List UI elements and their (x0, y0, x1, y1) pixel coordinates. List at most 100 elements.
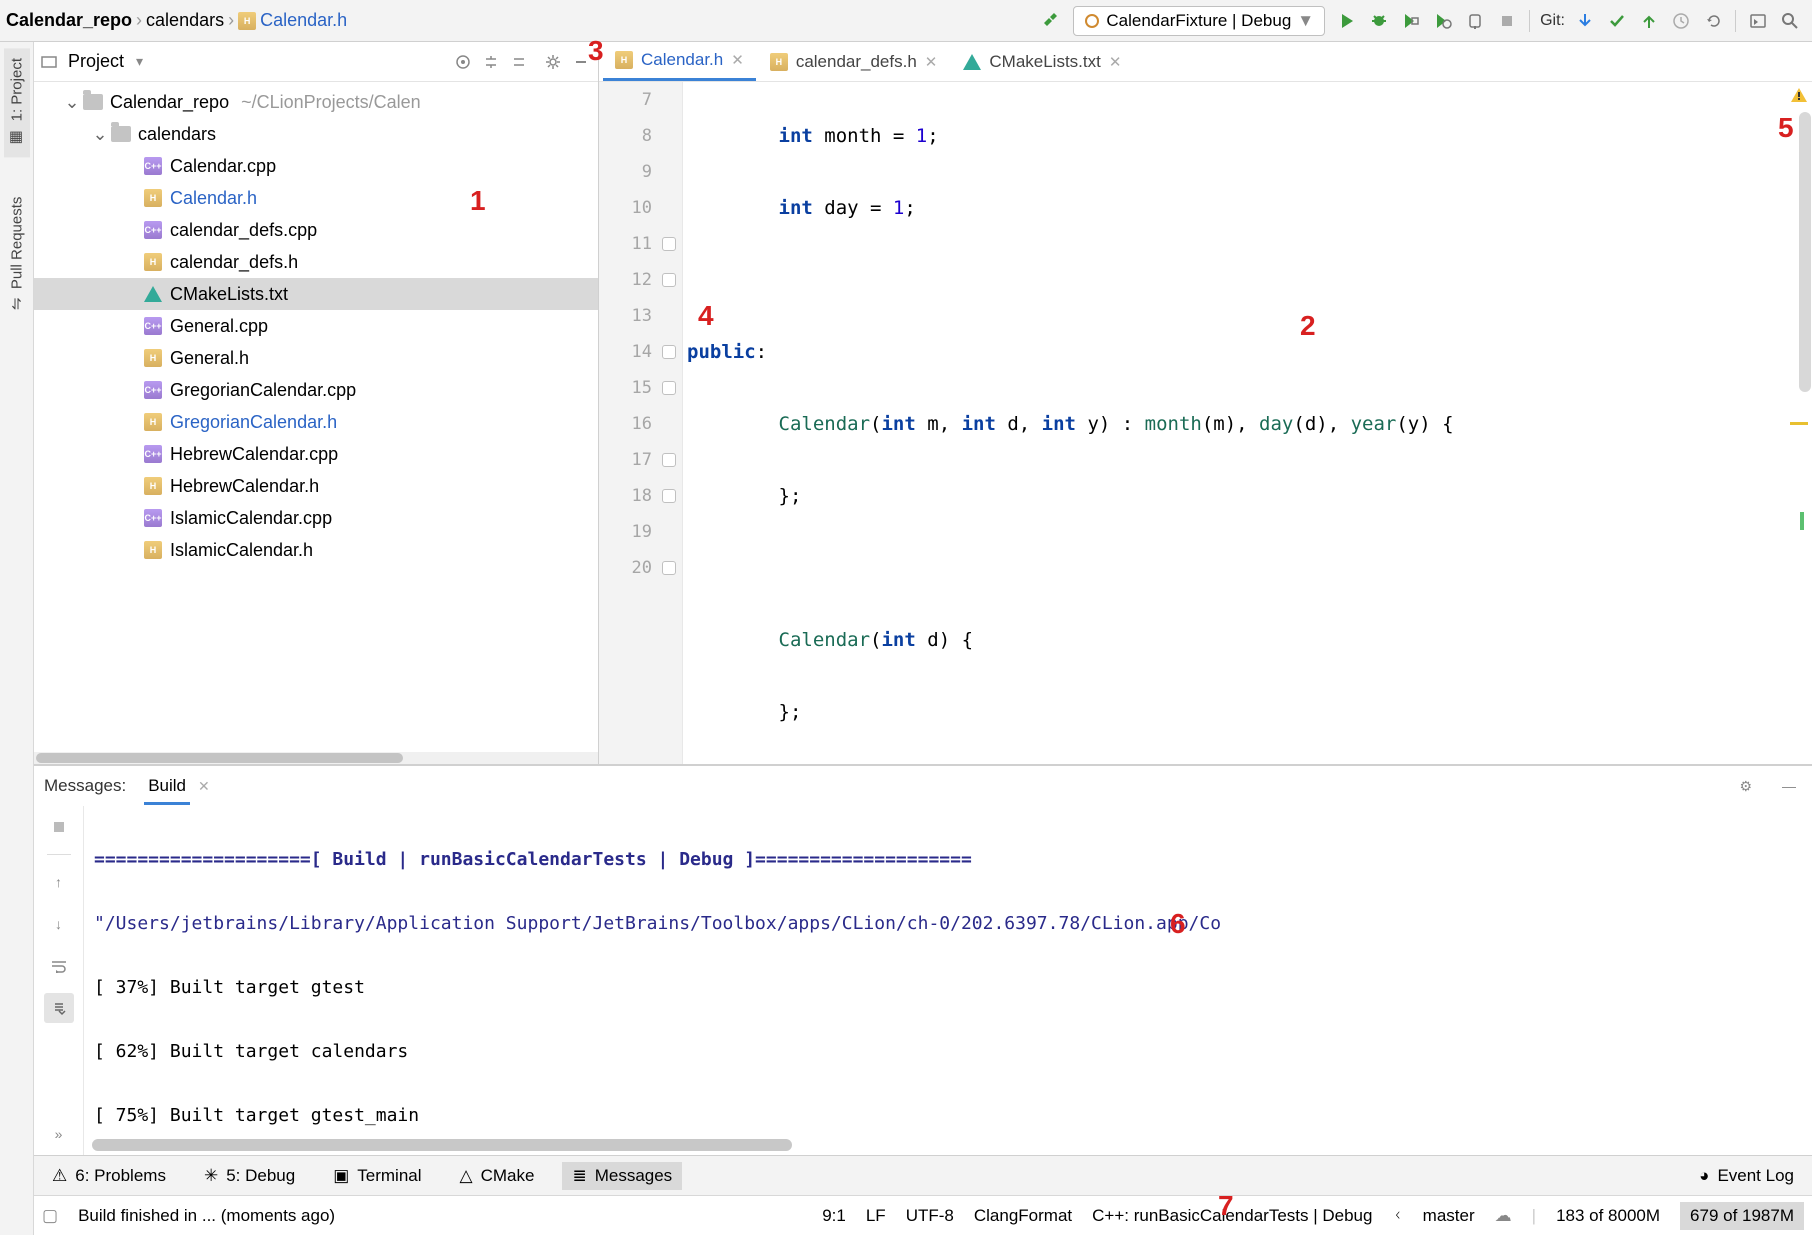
search-icon[interactable] (1777, 8, 1803, 34)
run-icon[interactable] (1334, 8, 1360, 34)
tree-file[interactable]: Hcalendar_defs.h (34, 246, 598, 278)
run-config-selector[interactable]: CalendarFixture | Debug ▼ (1073, 6, 1325, 36)
tab-messages[interactable]: ≣Messages (562, 1162, 682, 1190)
locate-icon[interactable] (452, 51, 474, 73)
scroll-to-end-icon[interactable] (44, 993, 74, 1023)
gutter-line[interactable]: 12 (599, 262, 682, 298)
tree-folder[interactable]: ⌄ calendars (34, 118, 598, 150)
caret-position[interactable]: 9:1 (822, 1206, 846, 1226)
tree-file[interactable]: HCalendar.h (34, 182, 598, 214)
editor-tab[interactable]: HCalendar.h✕ (603, 43, 756, 81)
tool-window-pull-requests[interactable]: ⇋ Pull Requests (8, 197, 26, 310)
tree-file[interactable]: C++General.cpp (34, 310, 598, 342)
gear-icon[interactable]: ⚙ (1739, 778, 1752, 795)
hammer-build-icon[interactable] (1038, 8, 1064, 34)
up-icon[interactable]: ↑ (44, 867, 74, 897)
gear-icon[interactable] (542, 51, 564, 73)
down-icon[interactable]: ↓ (44, 909, 74, 939)
project-tree[interactable]: ⌄ Calendar_repo ~/CLionProjects/Calen ⌄ … (34, 82, 598, 752)
soft-wrap-icon[interactable] (44, 951, 74, 981)
run-context[interactable]: C++: runBasicCalendarTests | Debug (1092, 1206, 1372, 1226)
minimize-icon[interactable]: — (1782, 778, 1796, 794)
encoding[interactable]: UTF-8 (906, 1206, 954, 1226)
formatter[interactable]: ClangFormat (974, 1206, 1072, 1226)
gutter-line[interactable]: 14 (599, 334, 682, 370)
editor-tab[interactable]: Hcalendar_defs.h✕ (758, 43, 950, 81)
editor-tab[interactable]: CMakeLists.txt✕ (951, 43, 1133, 81)
expand-all-icon[interactable] (480, 51, 502, 73)
tree-file[interactable]: HGeneral.h (34, 342, 598, 374)
messages-tab-build[interactable]: Build (144, 768, 190, 805)
memory-indicator-2[interactable]: 679 of 1987M (1680, 1202, 1804, 1230)
gutter-line[interactable]: 19 (599, 514, 682, 550)
sync-icon[interactable]: ☁ (1495, 1206, 1512, 1226)
warning-icon[interactable] (1790, 86, 1808, 104)
fold-marker-icon[interactable] (662, 345, 676, 359)
git-pull-icon[interactable] (1572, 8, 1598, 34)
warning-marker[interactable] (1790, 422, 1808, 425)
horizontal-scrollbar[interactable] (92, 1139, 792, 1151)
attach-icon[interactable] (1462, 8, 1488, 34)
close-icon[interactable]: ✕ (925, 53, 938, 71)
stop-icon[interactable] (1494, 8, 1520, 34)
gutter-line[interactable]: 11 (599, 226, 682, 262)
fold-marker-icon[interactable] (662, 237, 676, 251)
horizontal-scrollbar[interactable] (34, 752, 598, 764)
tree-file[interactable]: C++calendar_defs.cpp (34, 214, 598, 246)
gutter-line[interactable]: 15 (599, 370, 682, 406)
vertical-scrollbar[interactable] (1799, 112, 1811, 392)
gutter-line[interactable]: 16 (599, 406, 682, 442)
gutter-line[interactable]: 9 (599, 154, 682, 190)
line-separator[interactable]: LF (866, 1206, 886, 1226)
tab-event-log[interactable]: ◕Event Log (1689, 1162, 1804, 1190)
git-commit-icon[interactable] (1604, 8, 1630, 34)
collapse-all-icon[interactable] (508, 51, 530, 73)
project-panel-title[interactable]: Project (68, 51, 124, 72)
crumb-file[interactable]: Calendar.h (260, 10, 347, 31)
git-branch[interactable]: master (1423, 1206, 1475, 1226)
tree-file[interactable]: C++Calendar.cpp (34, 150, 598, 182)
fold-marker-icon[interactable] (662, 273, 676, 287)
fold-marker-icon[interactable] (662, 453, 676, 467)
debug-icon[interactable] (1366, 8, 1392, 34)
crumb-folder[interactable]: calendars (146, 10, 224, 31)
build-console[interactable]: ====================[ Build | runBasicCa… (84, 806, 1812, 1155)
tree-file[interactable]: HHebrewCalendar.h (34, 470, 598, 502)
tab-problems[interactable]: ⚠6: Problems (42, 1162, 176, 1190)
tree-file[interactable]: C++HebrewCalendar.cpp (34, 438, 598, 470)
expand-icon[interactable]: » (44, 1119, 74, 1149)
coverage-icon[interactable] (1398, 8, 1424, 34)
gutter[interactable]: 7891011121314151617181920 (599, 82, 683, 764)
code-content[interactable]: int month = 1; int day = 1; public: Cale… (683, 82, 1784, 764)
gutter-line[interactable]: 20 (599, 550, 682, 586)
fold-marker-icon[interactable] (662, 381, 676, 395)
tab-terminal[interactable]: ▣Terminal (323, 1162, 431, 1190)
memory-indicator-1[interactable]: 183 of 8000M (1556, 1206, 1660, 1226)
ok-marker[interactable] (1800, 512, 1804, 530)
close-icon[interactable]: ✕ (198, 778, 210, 795)
tool-window-project[interactable]: ▦ 1: Project (4, 48, 30, 157)
chevron-down-icon[interactable]: ▾ (136, 53, 143, 70)
gutter-line[interactable]: 10 (599, 190, 682, 226)
git-revert-icon[interactable] (1700, 8, 1726, 34)
gutter-line[interactable]: 18 (599, 478, 682, 514)
editor-right-gutter[interactable] (1784, 82, 1812, 764)
close-icon[interactable]: ✕ (731, 51, 744, 69)
stop-icon[interactable] (44, 812, 74, 842)
git-push-icon[interactable] (1636, 8, 1662, 34)
minimize-icon[interactable] (570, 51, 592, 73)
tree-file[interactable]: C++IslamicCalendar.cpp (34, 502, 598, 534)
tree-file[interactable]: HIslamicCalendar.h (34, 534, 598, 566)
tree-file[interactable]: CMakeLists.txt (34, 278, 598, 310)
fold-marker-icon[interactable] (662, 561, 676, 575)
gutter-line[interactable]: 7 (599, 82, 682, 118)
tab-debug[interactable]: ✳5: Debug (194, 1162, 305, 1190)
git-history-icon[interactable] (1668, 8, 1694, 34)
tab-cmake[interactable]: △CMake (450, 1162, 545, 1190)
tree-file[interactable]: C++GregorianCalendar.cpp (34, 374, 598, 406)
tree-root[interactable]: ⌄ Calendar_repo ~/CLionProjects/Calen (34, 86, 598, 118)
tree-file[interactable]: HGregorianCalendar.h (34, 406, 598, 438)
gutter-line[interactable]: 17 (599, 442, 682, 478)
crumb-project[interactable]: Calendar_repo (6, 10, 132, 31)
fold-marker-icon[interactable] (662, 489, 676, 503)
